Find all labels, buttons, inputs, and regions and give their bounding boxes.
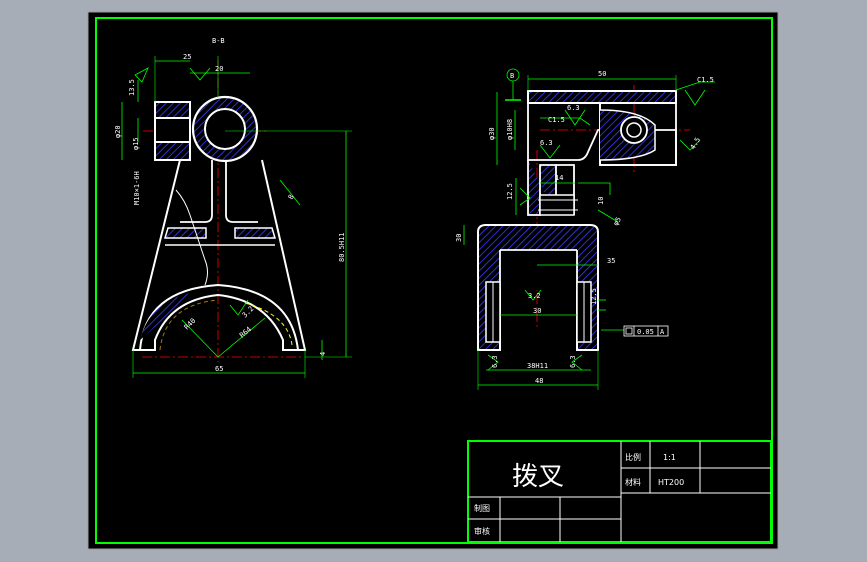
tolerance-frame: 0.05 A [623, 325, 669, 337]
roughness-right-e: 6.3 [491, 355, 499, 368]
roughness-right-a: 6.3 [567, 104, 580, 112]
dim-step: 14 [555, 174, 563, 182]
dim-top-width: 25 [183, 53, 191, 61]
drawing-title: 拨叉 [512, 462, 564, 492]
scale-value: 1:1 [663, 453, 676, 462]
dim-slot-tol: M10×1-6H [133, 171, 141, 205]
roughness-right-f: 6.3 [569, 355, 577, 368]
review-label: 审核 [474, 526, 490, 536]
dim-w-slot: 30 [533, 307, 541, 315]
dim-flange-thickness: 13.5 [128, 79, 136, 96]
scale-label: 比例 [625, 452, 641, 462]
dim-chamfer-top: C1.5 [697, 76, 714, 84]
dim-bore-dia: φ20 [114, 125, 122, 138]
material-value: HT200 [658, 478, 684, 487]
dim-top-width-right: 50 [598, 70, 606, 78]
dim-bottom-width: 65 [215, 365, 223, 373]
dim-w-total: 48 [535, 377, 543, 385]
roughness-right-d: 3.2 [528, 292, 541, 300]
dim-hole-dia-right: φ10H8 [506, 119, 514, 140]
drawn-label: 制图 [474, 503, 490, 513]
dim-angle: 12.5 [590, 288, 598, 305]
dim-bore: 20 [215, 65, 223, 73]
tol-value: 0.05 [637, 328, 654, 336]
dim-fork-depth: 35 [607, 257, 615, 265]
section-label: B-B [212, 37, 225, 45]
dim-foot: 4 [319, 352, 327, 356]
dim-w-fork: 38H11 [527, 362, 548, 370]
roughness-right-c: 12.5 [506, 183, 514, 200]
dim-hole-dia: φ15 [132, 137, 140, 150]
dim-height: 80.5H11 [338, 232, 346, 262]
dim-w-inner: 30 [455, 234, 463, 242]
roughness-right-b: 6.3 [540, 139, 553, 147]
title-block: 拨叉 比例 1:1 材料 HT200 制图 审核 [467, 440, 772, 543]
dim-outer-dia: φ30 [488, 127, 496, 140]
datum-label: B [510, 72, 514, 80]
material-label: 材料 [625, 477, 641, 487]
dim-slot-h: 10 [597, 197, 605, 205]
cad-drawing-canvas[interactable]: B-B 25 20 13.5 φ20 φ15 M10×1-6H 80.5H11 … [0, 0, 867, 562]
dim-chamfer-left: C1.5 [548, 116, 565, 124]
